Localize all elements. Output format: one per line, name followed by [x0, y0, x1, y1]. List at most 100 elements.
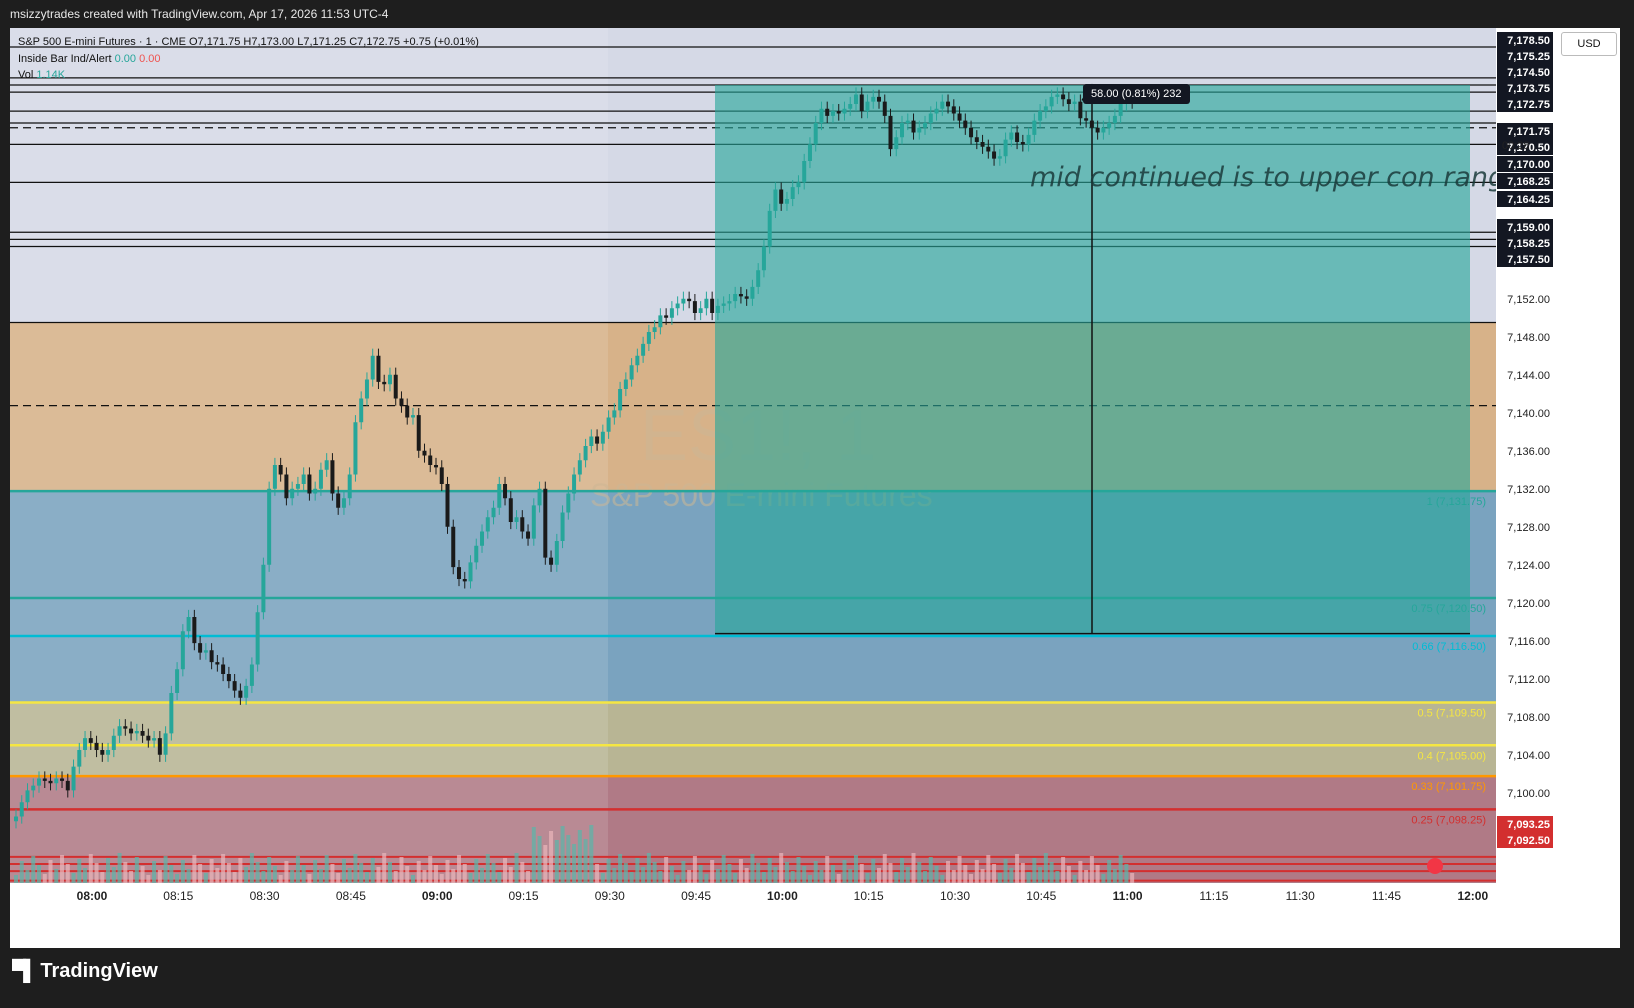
candle-body — [888, 115, 893, 150]
candle-body — [295, 484, 300, 489]
volume-bar — [198, 864, 203, 883]
volume-bar — [457, 855, 462, 883]
candle-body — [802, 161, 807, 183]
candle-body — [261, 564, 266, 613]
tradingview-logo[interactable]: ▀▌ TradingView — [12, 960, 158, 983]
volume-bar — [295, 856, 300, 883]
volume-bar — [997, 873, 1002, 883]
candle-body — [140, 731, 145, 736]
volume-bar — [710, 860, 715, 883]
candle-body — [1015, 132, 1020, 142]
brand-text: TradingView — [40, 960, 158, 982]
volume-bar — [364, 872, 369, 883]
candle-body — [819, 108, 824, 123]
volume-bar — [422, 870, 427, 883]
time-tick-label: 10:30 — [940, 889, 970, 903]
candle-body — [341, 498, 346, 508]
volume-bar — [974, 860, 979, 883]
candle-body — [1061, 94, 1066, 100]
volume-bar — [140, 866, 145, 883]
candle-body — [1089, 120, 1094, 128]
volume-bar — [42, 874, 47, 883]
ruler-tooltip: 58.00 (0.81%) 232 — [1083, 84, 1190, 104]
price-tick-label: 7,116.00 — [1508, 636, 1550, 648]
volume-bar — [387, 862, 392, 883]
candle-body — [721, 303, 726, 306]
volume-bar — [750, 854, 755, 883]
volume-bar — [341, 859, 346, 883]
candle-body — [491, 507, 496, 518]
volume-bar — [877, 868, 881, 883]
volume-bar — [83, 868, 88, 883]
candle-body — [853, 94, 858, 104]
candle-body — [1020, 142, 1025, 145]
candle-body — [192, 617, 197, 644]
volume-bar — [71, 873, 76, 883]
volume-bar — [382, 853, 387, 883]
candle-body — [595, 436, 600, 444]
time-tick-label: 09:45 — [681, 889, 711, 903]
candle-body — [457, 567, 462, 579]
time-tick-label: 11:00 — [1113, 889, 1143, 903]
price-highlight-label: 7,174.50 — [1507, 67, 1550, 79]
volume-line[interactable]: Vol 1.14K — [18, 67, 479, 84]
volume-bar — [618, 854, 623, 883]
candle-body — [175, 669, 180, 693]
candle-body — [77, 750, 82, 767]
candle-body — [543, 488, 548, 558]
symbol-line[interactable]: S&P 500 E-mini Futures · 1 · CME O7,171.… — [18, 34, 479, 51]
candle-body — [583, 446, 588, 461]
candle-body — [1049, 96, 1054, 107]
volume-bar — [865, 873, 870, 883]
candle-body — [963, 120, 968, 128]
volume-bar — [439, 874, 444, 883]
price-red-label: 7,092.50 — [1507, 835, 1550, 847]
candle-body — [376, 355, 381, 382]
volume-bar — [1124, 864, 1129, 883]
candle-body — [710, 298, 715, 313]
volume-bar — [221, 854, 226, 883]
candle-body — [1038, 111, 1043, 121]
price-chart[interactable]: ES1!, 1 S&P 500 E-mini Futures 1 (7,131.… — [10, 28, 1620, 948]
candle-body — [180, 631, 185, 670]
price-highlight-label: 7,159.00 — [1507, 222, 1550, 234]
volume-bar — [572, 844, 577, 883]
price-tick-label: 7,148.00 — [1507, 332, 1550, 344]
indicator-line[interactable]: Inside Bar Ind/Alert 0.00 0.00 — [18, 51, 479, 68]
candle-body — [520, 517, 525, 532]
volume-bar — [773, 867, 778, 883]
candle-body — [370, 355, 375, 380]
candle-body — [405, 405, 410, 418]
volume-bar — [261, 871, 266, 883]
candle-body — [980, 142, 985, 147]
indicator-value-1: 0.00 — [114, 52, 137, 65]
volume-bar — [1066, 866, 1071, 883]
candle-body — [364, 379, 369, 399]
candle-body — [537, 488, 542, 506]
candle-body — [606, 417, 611, 432]
volume-bar — [244, 867, 249, 883]
volume-bar — [462, 864, 467, 883]
volume-bar — [1107, 860, 1112, 883]
candle-body — [940, 101, 945, 109]
volume-bar — [238, 858, 243, 883]
volume-bar — [946, 861, 951, 883]
candle-body — [733, 294, 738, 302]
candle-body — [635, 355, 640, 366]
currency-button[interactable]: USD — [1561, 32, 1617, 56]
volume-bar — [871, 859, 876, 883]
volume-bar — [215, 868, 220, 883]
candle-body — [681, 298, 686, 304]
volume-bar — [318, 869, 323, 883]
candle-body — [934, 108, 939, 114]
fib-label: 0.5 (7,109.50) — [1418, 708, 1487, 720]
time-tick-label: 11:15 — [1199, 889, 1228, 903]
volume-bar — [1118, 855, 1123, 883]
candle-body — [848, 104, 853, 109]
candle-body — [249, 664, 254, 686]
price-highlight-label: 7,170.00 — [1507, 159, 1550, 171]
volume-bar — [267, 857, 272, 883]
candle-body — [767, 210, 772, 247]
price-highlight-label: 7,172.75 — [1507, 99, 1550, 111]
volume-bar — [951, 870, 956, 883]
